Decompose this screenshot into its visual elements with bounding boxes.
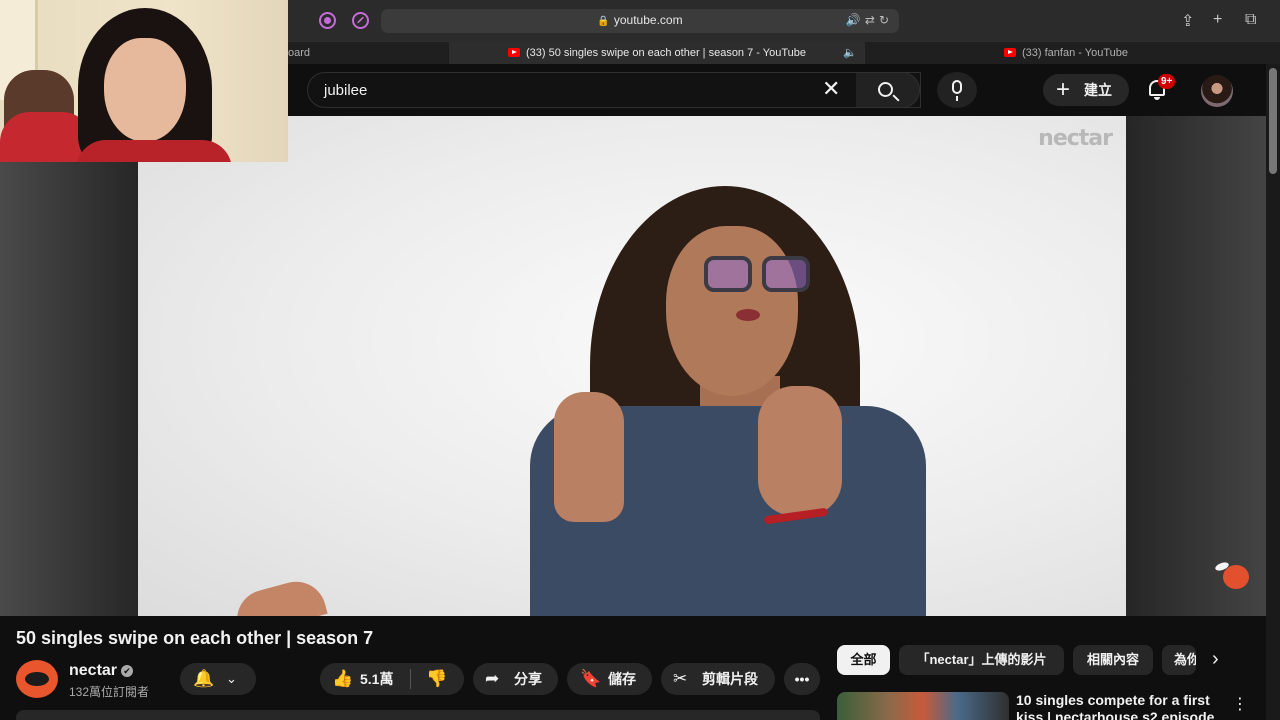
video-frame-hand xyxy=(554,392,624,522)
chip-for-you[interactable]: 為你 xyxy=(1162,645,1196,675)
youtube-favicon-icon xyxy=(507,48,520,57)
tab-item[interactable]: oard xyxy=(288,42,448,64)
lock-icon: 🔒 xyxy=(597,16,610,27)
dislike-icon[interactable]: 👎 xyxy=(426,663,447,695)
more-actions-button[interactable]: ••• xyxy=(784,663,820,695)
plus-icon: + xyxy=(1056,76,1071,103)
floating-extension-icon[interactable] xyxy=(1223,565,1249,589)
chip-channel-uploads[interactable]: 「nectar」上傳的影片 xyxy=(899,645,1064,675)
chip-related[interactable]: 相關內容 xyxy=(1073,645,1153,675)
bell-icon: 🔔 xyxy=(193,669,215,688)
audio-playing-icon[interactable]: 🔊 xyxy=(846,13,865,27)
webcam-face xyxy=(104,38,186,142)
recommendation-title[interactable]: 10 singles compete for a first kiss | ne… xyxy=(1016,692,1226,720)
scissors-icon: ✂ xyxy=(673,669,688,688)
subscriber-count: 132萬位訂閱者 xyxy=(69,685,150,699)
video-watermark: nectar xyxy=(1038,126,1113,151)
tab-item-active[interactable]: (33) 50 singles swipe on each other | se… xyxy=(449,42,865,64)
translate-icon[interactable]: ⇄ xyxy=(865,13,879,27)
page-scrollbar[interactable] xyxy=(1266,64,1280,720)
clip-label: 剪輯片段 xyxy=(702,671,758,687)
tab-item[interactable]: (33) fanfan - YouTube xyxy=(866,42,1266,64)
save-button[interactable]: 🔖 儲存 xyxy=(567,663,652,695)
tab-overview-icon[interactable]: ⧉ xyxy=(1245,11,1256,29)
account-avatar[interactable] xyxy=(1201,75,1233,107)
scrollbar-thumb[interactable] xyxy=(1269,68,1277,174)
search-query[interactable]: jubilee xyxy=(324,82,367,99)
microphone-icon xyxy=(952,80,962,101)
notification-badge: 9+ xyxy=(1158,74,1176,89)
video-player[interactable]: nectar xyxy=(138,116,1126,616)
youtube-favicon-icon xyxy=(1003,48,1016,57)
create-button[interactable]: + 建立 xyxy=(1043,74,1129,106)
new-tab-icon[interactable]: + xyxy=(1213,11,1222,29)
verified-badge-icon: ✔ xyxy=(121,665,134,677)
save-label: 儲存 xyxy=(608,671,636,687)
subscription-bell-button[interactable]: 🔔 ⌄ xyxy=(180,663,256,695)
reload-icon[interactable]: ↻ xyxy=(879,13,893,27)
like-dislike-group: 👍 5.1萬 👎 xyxy=(320,663,464,695)
chevron-right-icon[interactable]: › xyxy=(1212,648,1219,671)
chip-all[interactable]: 全部 xyxy=(837,645,890,675)
video-frame-hand xyxy=(758,386,842,516)
extension-block-icon[interactable] xyxy=(352,12,369,29)
description-box[interactable] xyxy=(16,710,820,720)
share-page-icon[interactable]: ⇪ xyxy=(1181,11,1194,31)
share-arrow-icon: ➦ xyxy=(485,669,500,688)
clip-button[interactable]: ✂ 剪輯片段 xyxy=(661,663,775,695)
channel-name[interactable]: nectar ✔ xyxy=(69,662,134,680)
share-label: 分享 xyxy=(514,671,542,687)
video-title: 50 singles swipe on each other | season … xyxy=(16,628,374,648)
tab-audio-icon[interactable]: 🔈 xyxy=(843,42,857,64)
search-button[interactable] xyxy=(856,72,920,108)
channel-avatar[interactable] xyxy=(16,660,58,698)
like-icon[interactable]: 👍 xyxy=(332,663,353,695)
address-bar[interactable]: 🔒 youtube.com 🔊⇄↻ xyxy=(381,9,899,33)
url-text: youtube.com xyxy=(613,13,683,27)
recommendation-more-icon[interactable]: ⋮ xyxy=(1232,694,1248,714)
clear-search-icon[interactable]: ✕ xyxy=(822,76,840,102)
webcam-overlay xyxy=(0,0,288,162)
channel-name-text[interactable]: nectar xyxy=(69,662,117,679)
video-frame-glasses xyxy=(704,256,814,292)
like-count[interactable]: 5.1萬 xyxy=(360,663,393,695)
more-dots-icon: ••• xyxy=(794,671,810,687)
tab-label: oard xyxy=(288,47,311,59)
tab-label: (33) 50 singles swipe on each other | se… xyxy=(525,47,807,59)
like-divider xyxy=(410,669,411,689)
video-frame-face xyxy=(666,226,798,396)
voice-search-button[interactable] xyxy=(937,72,977,108)
tab-label: (33) fanfan - YouTube xyxy=(1021,47,1128,59)
search-icon xyxy=(878,82,893,97)
create-label: 建立 xyxy=(1084,82,1112,98)
recommendation-thumbnail[interactable] xyxy=(837,692,1009,720)
bookmark-icon: 🔖 xyxy=(580,669,602,688)
chevron-down-icon: ⌄ xyxy=(226,671,237,686)
extension-target-icon[interactable] xyxy=(319,12,336,29)
share-button[interactable]: ➦ 分享 xyxy=(473,663,558,695)
